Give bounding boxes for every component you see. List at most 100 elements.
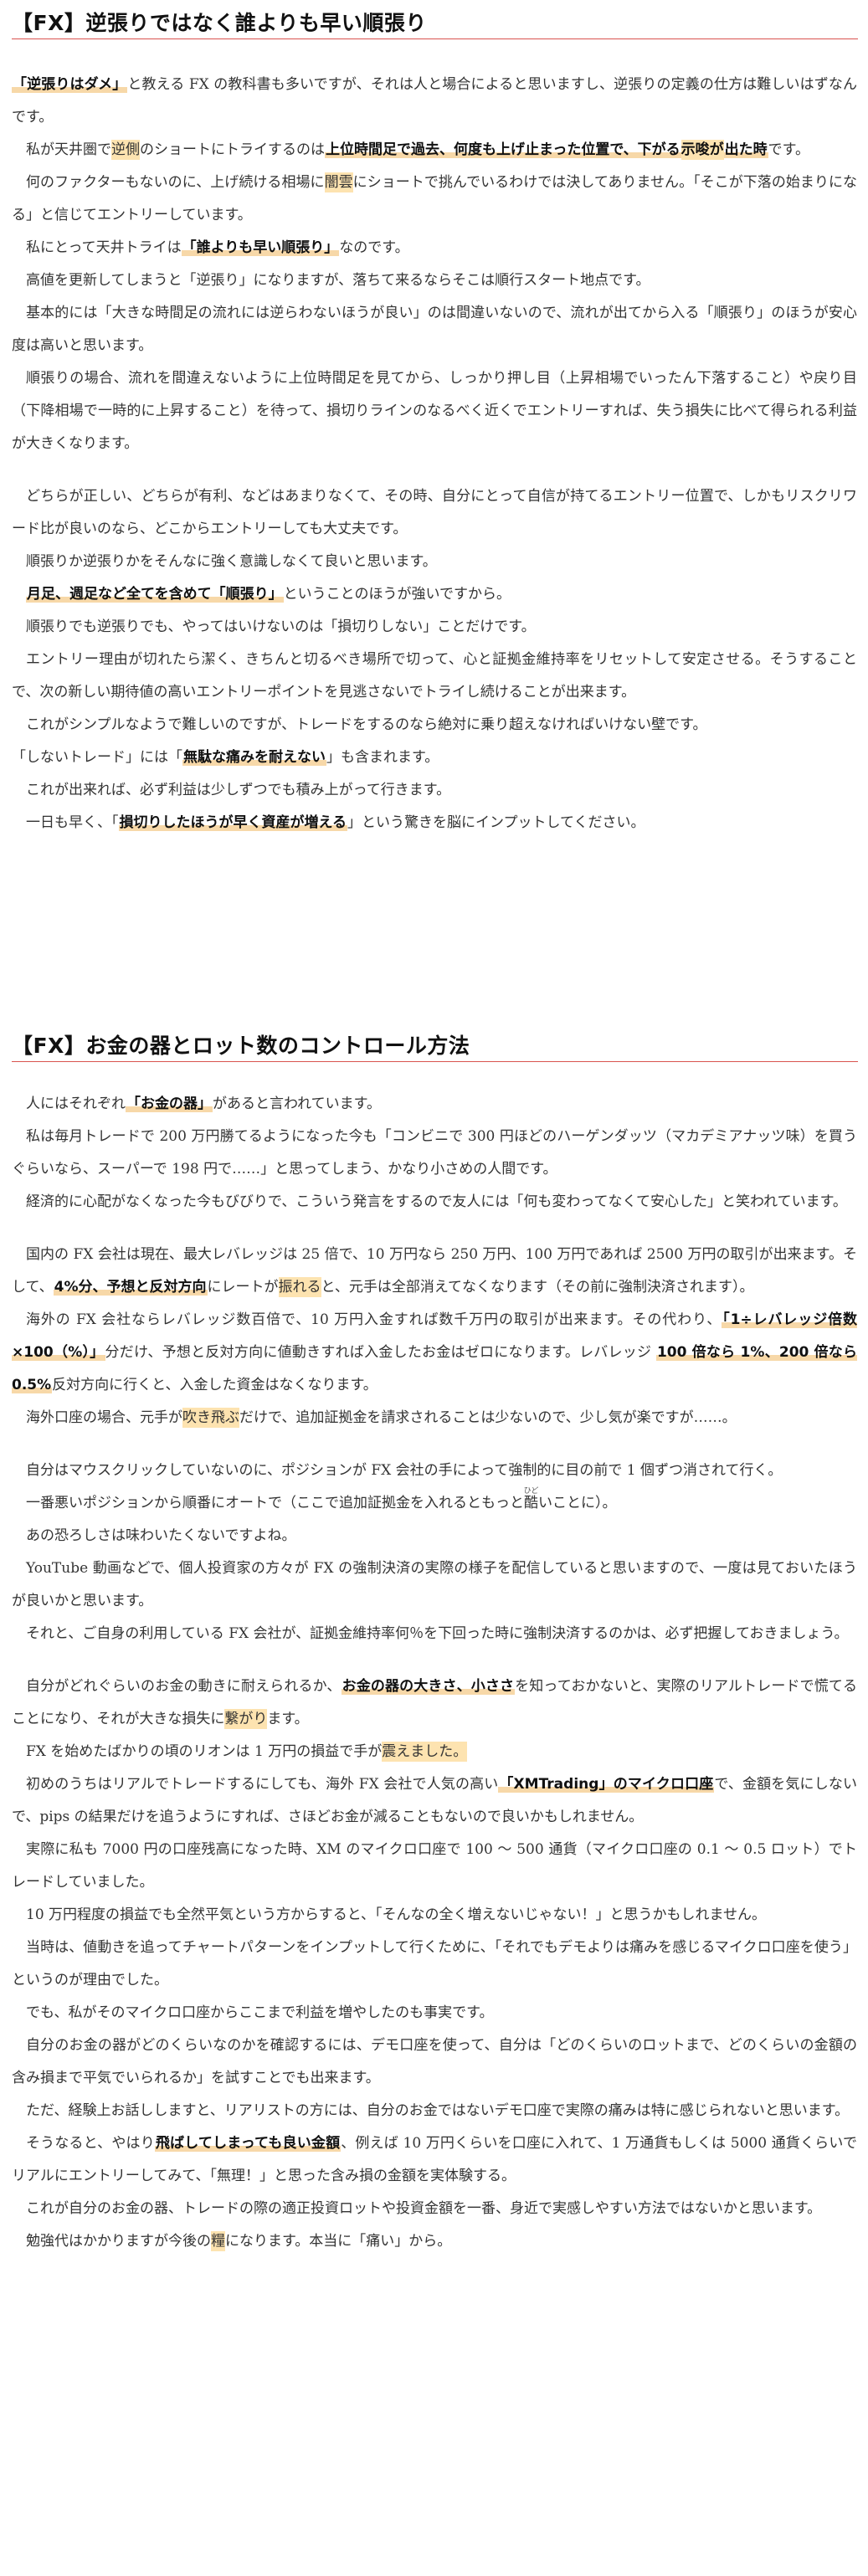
- text: 一日も早く、「: [26, 814, 119, 831]
- text: 人にはそれぞれ: [26, 1096, 126, 1112]
- paragraph: あの恐ろしさは味わいたくないですよね。: [26, 1527, 296, 1544]
- ruby-word: 酷ひど: [523, 1487, 539, 1511]
- emphasis: 月足、週足など全てを含めて「順張り」: [26, 586, 284, 603]
- section-title: 【FX】お金の器とロット数のコントロール方法: [12, 1034, 470, 1058]
- text: そうなると、やはり: [26, 2135, 155, 2152]
- paragraph: ただ、経験上お話ししますと、リアリストの方には、自分のお金ではないデモ口座で実際…: [26, 2102, 850, 2119]
- highlight: 逆側: [111, 140, 140, 160]
- text: 私にとって天井トライは: [26, 239, 182, 256]
- text: いことに）。: [538, 1495, 617, 1511]
- section-title: 【FX】逆張りではなく誰よりも早い順張り: [12, 11, 427, 35]
- paragraph: そうなると、やはり飛ばしてしまっても良い金額、例えば 10 万円くらいを口座に入…: [12, 2127, 857, 2193]
- text: なのです。: [339, 239, 409, 256]
- paragraph: でも、私がそのマイクロ口座からここまで利益を増やしたのも事実です。: [26, 2004, 494, 2021]
- section-body: 人にはそれぞれ「お金の器」があると言われています。 私は毎月トレードで 200 …: [12, 1088, 858, 2258]
- paragraph: 順張りの場合、流れを間違えないように上位時間足を見てから、しっかり押し目（上昇相…: [12, 370, 857, 452]
- ruby-base: 酷: [523, 1495, 539, 1511]
- emphasis: 「XMTrading」のマイクロ口座: [498, 1776, 715, 1793]
- emphasis: 上位時間足で過去、何度も上げ止まった位置で、下がる: [325, 141, 681, 158]
- paragraph: YouTube 動画などで、個人投資家の方々が FX の強制決済の実際の様子を配…: [12, 1560, 857, 1609]
- paragraph: 高値を更新してしまうと「逆張り」になりますが、落ちて来るならそこは順行スタート地…: [26, 272, 650, 289]
- paragraph: 私にとって天井トライは「誰よりも早い順張り」なのです。: [12, 232, 857, 264]
- text: にレートが: [207, 1279, 279, 1296]
- paragraph: 国内の FX 会社は現在、最大レバレッジは 25 倍で、10 万円なら 250 …: [12, 1239, 857, 1304]
- paragraph: 自分はマウスクリックしていないのに、ポジションが FX 会社の手によって強制的に…: [26, 1462, 783, 1479]
- text: です。: [768, 141, 809, 158]
- paragraph: エントリー理由が切れたら潔く、きちんと切るべき場所で切って、心と証拠金維持率をリ…: [12, 651, 857, 700]
- text: FX を始めたばかりの頃のリオンは 1 万円の損益で手が: [26, 1743, 383, 1760]
- emphasis: 無駄な痛みを耐えない: [182, 749, 326, 766]
- text: 自分がどれぐらいのお金の動きに耐えられるか、: [26, 1678, 342, 1695]
- emphasis: 出た時: [723, 141, 768, 158]
- highlight: 示唆が: [681, 140, 724, 160]
- text: 海外口座の場合、元手が: [26, 1409, 182, 1426]
- highlight: 糧: [211, 2231, 225, 2251]
- emphasis: 損切りしたほうが早く資産が増える: [118, 814, 347, 831]
- text: 一番悪いポジションから順番にオートで（ここで追加証拠金を入れるともっと: [26, 1495, 524, 1511]
- emphasis: お金の器の大きさ、小ささ: [341, 1678, 516, 1695]
- section-heading: 【FX】逆張りではなく誰よりも早い順張り: [12, 0, 858, 39]
- paragraph: 月足、週足など全てを含めて「順張り」ということのほうが強いですから。: [12, 578, 857, 611]
- highlight: 闇雲: [324, 172, 353, 192]
- emphasis: 「逆張りはダメ」: [12, 76, 128, 93]
- highlight: 吹き飛ぶ: [182, 1408, 239, 1428]
- text: になります。本当に「痛い」から。: [225, 2233, 452, 2250]
- paragraph: 初めのうちはリアルでトレードするにしても、海外 FX 会社で人気の高い「XMTr…: [12, 1768, 857, 1834]
- highlight: 振れる: [278, 1277, 321, 1297]
- paragraph: どちらが正しい、どちらが有利、などはあまりなくて、その時、自分にとって自信が持て…: [12, 488, 857, 537]
- text: 」という驚きを脳にインプットしてください。: [347, 814, 645, 831]
- section-body: 「逆張りはダメ」と教える FX の教科書も多いですが、それは人と場合によると思い…: [12, 69, 857, 839]
- paragraph: 私は毎月トレードで 200 万円勝てるようになった今も「コンビニで 300 円ほ…: [12, 1128, 857, 1178]
- paragraph: 順張りでも逆張りでも、やってはいけないのは「損切りしない」ことだけです。: [26, 618, 536, 635]
- highlight: 繋がり: [224, 1709, 268, 1729]
- paragraph: 「逆張りはダメ」と教える FX の教科書も多いですが、それは人と場合によると思い…: [12, 69, 857, 134]
- paragraph: これがシンプルなようで難しいのですが、トレードをするのなら絶対に乗り超えなければ…: [26, 716, 707, 733]
- text: 反対方向に行くと、入金した資金はなくなります。: [52, 1377, 378, 1393]
- paragraph: 海外の FX 会社ならレバレッジ数百倍で、10 万円入金すれば数千万円の取引が出…: [12, 1304, 858, 1402]
- text: と、元手は全部消えてなくなります（その前に強制決済されます）。: [321, 1279, 754, 1296]
- paragraph: 経済的に心配がなくなった今もびびりで、こういう発言をするので友人には「何も変わっ…: [26, 1193, 847, 1210]
- highlight: 震えました。: [382, 1742, 468, 1762]
- text: 」も含まれます。: [326, 749, 439, 766]
- emphasis: 飛ばしてしまっても良い金額: [154, 2135, 342, 2152]
- paragraph: それと、ご自身の利用している FX 会社が、証拠金維持率何％を下回った時に強制決…: [26, 1625, 849, 1642]
- text: だけで、追加証拠金を請求されることは少ないので、少し気が楽ですが……。: [239, 1409, 737, 1426]
- page: 【FX】逆張りではなく誰よりも早い順張り 「逆張りはダメ」と教える FX の教科…: [0, 0, 868, 2576]
- section-heading: 【FX】お金の器とロット数のコントロール方法: [12, 1023, 858, 1062]
- paragraph: 私が天井圏で逆側のショートにトライするのは上位時間足で過去、何度も上げ止まった位…: [12, 134, 857, 167]
- text: ます。: [267, 1711, 309, 1727]
- text: と教える FX の教科書も多いですが、それは人と場合によると思いますし、逆張りの…: [12, 76, 857, 126]
- paragraph: 「しないトレード」には「無駄な痛みを耐えない」も含まれます。: [12, 741, 857, 774]
- emphasis: 「お金の器」: [126, 1096, 213, 1112]
- paragraph: 一日も早く、「損切りしたほうが早く資産が増える」という驚きを脳にインプットしてく…: [12, 807, 857, 839]
- paragraph: 海外口座の場合、元手が吹き飛ぶだけで、追加証拠金を請求されることは少ないので、少…: [12, 1402, 857, 1434]
- paragraph: 人にはそれぞれ「お金の器」があると言われています。: [12, 1088, 857, 1121]
- paragraph: これが自分のお金の器、トレードの際の適正投資ロットや投資金額を一番、身近で実感し…: [26, 2200, 822, 2217]
- ruby-reading: ひど: [523, 1487, 539, 1496]
- paragraph: 何のファクターもないのに、上げ続ける相場に闇雲にショートで挑んでいるわけでは決し…: [12, 167, 857, 232]
- emphasis: 4%分、予想と反対方向: [53, 1279, 208, 1296]
- text: 海外の FX 会社ならレバレッジ数百倍で、10 万円入金すれば数千万円の取引が出…: [26, 1311, 722, 1328]
- text: 私が天井圏で: [26, 141, 111, 158]
- paragraph: 自分のお金の器がどのくらいなのかを確認するには、デモ口座を使って、自分は「どのく…: [12, 2037, 857, 2086]
- text: ということのほうが強いですから。: [283, 586, 511, 603]
- emphasis: 「誰よりも早い順張り」: [181, 239, 340, 256]
- text: 分だけ、予想と反対方向に値動きすれば入金したお金はゼロになります。レバレッジ: [105, 1344, 656, 1361]
- paragraph: 勉強代はかかりますが今後の糧になります。本当に「痛い」から。: [12, 2225, 857, 2258]
- paragraph: 基本的には「大きな時間足の流れには逆らわないほうが良い」のは間違いないので、流れ…: [12, 305, 857, 354]
- text: 初めのうちはリアルでトレードするにしても、海外 FX 会社で人気の高い: [26, 1776, 499, 1793]
- paragraph: 10 万円程度の損益でも全然平気という方からすると、「そんなの全く増えないじゃな…: [26, 1906, 767, 1923]
- paragraph: 自分がどれぐらいのお金の動きに耐えられるか、お金の器の大きさ、小ささを知っておか…: [12, 1670, 857, 1736]
- text: 勉強代はかかりますが今後の: [26, 2233, 211, 2250]
- paragraph: FX を始めたばかりの頃のリオンは 1 万円の損益で手が震えました。: [12, 1736, 857, 1768]
- paragraph: 当時は、値動きを追ってチャートパターンをインプットして行くために、「それでもデモ…: [12, 1939, 857, 1988]
- text: のショートにトライするのは: [140, 141, 325, 158]
- text: 「しないトレード」には「: [12, 749, 182, 766]
- paragraph: 実際に私も 7000 円の口座残高になった時、XM のマイクロ口座で 100 ～…: [12, 1841, 857, 1891]
- text: 何のファクターもないのに、上げ続ける相場に: [26, 174, 325, 191]
- paragraph: 順張りか逆張りかをそんなに強く意識しなくて良いと思います。: [26, 553, 437, 570]
